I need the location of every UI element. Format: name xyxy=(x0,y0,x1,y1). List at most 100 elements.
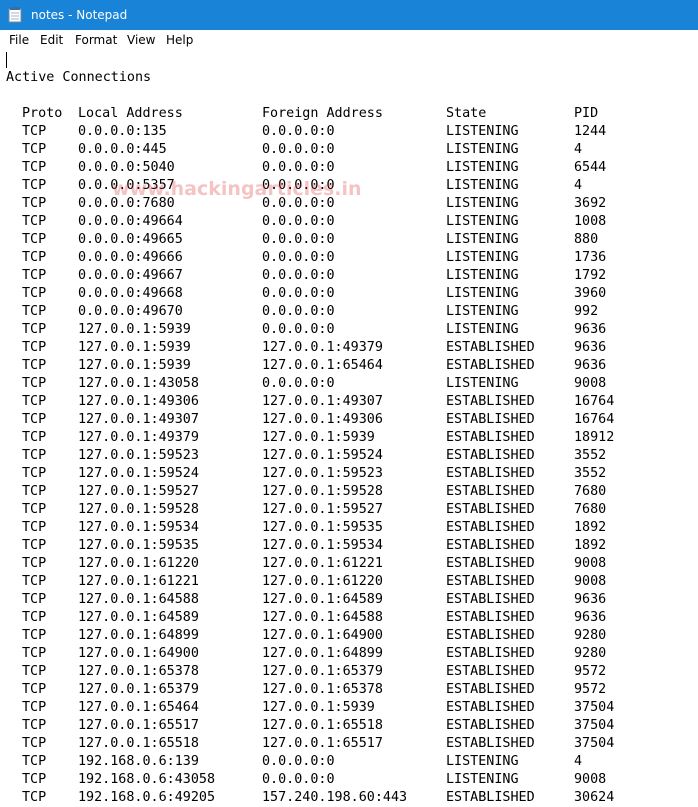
foreign-address-cell: 0.0.0.0:0 xyxy=(262,268,335,283)
notepad-icon xyxy=(8,7,22,23)
state-cell: LISTENING xyxy=(446,196,519,211)
foreign-address-cell: 127.0.0.1:65378 xyxy=(262,682,383,697)
pid-cell: 1736 xyxy=(574,250,607,265)
pid-cell: 3692 xyxy=(574,196,607,211)
state-cell: ESTABLISHED xyxy=(446,538,535,553)
foreign-address-cell: 0.0.0.0:0 xyxy=(262,322,335,337)
proto-cell: TCP xyxy=(22,718,47,733)
proto-cell: TCP xyxy=(22,790,47,805)
local-address-cell: 127.0.0.1:43058 xyxy=(78,376,199,391)
foreign-address-cell: 0.0.0.0:0 xyxy=(262,142,335,157)
proto-cell: TCP xyxy=(22,214,47,229)
proto-cell: TCP xyxy=(22,250,47,265)
local-address-cell: 0.0.0.0:49670 xyxy=(78,304,183,319)
foreign-address-cell: 127.0.0.1:59523 xyxy=(262,466,383,481)
foreign-address-cell: 157.240.198.60:443 xyxy=(262,790,408,805)
state-cell: ESTABLISHED xyxy=(446,448,535,463)
state-cell: LISTENING xyxy=(446,142,519,157)
pid-cell: 1792 xyxy=(574,268,607,283)
proto-cell: TCP xyxy=(22,628,47,643)
foreign-address-cell: 127.0.0.1:5939 xyxy=(262,430,375,445)
local-address-cell: 127.0.0.1:49306 xyxy=(78,394,199,409)
local-address-cell: 127.0.0.1:49379 xyxy=(78,430,199,445)
state-cell: ESTABLISHED xyxy=(446,358,535,373)
proto-cell: TCP xyxy=(22,394,47,409)
pid-cell: 1892 xyxy=(574,538,607,553)
proto-cell: TCP xyxy=(22,268,47,283)
state-cell: LISTENING xyxy=(446,286,519,301)
proto-cell: TCP xyxy=(22,160,47,175)
local-address-cell: 127.0.0.1:64900 xyxy=(78,646,199,661)
text-caret xyxy=(6,52,7,68)
local-address-cell: 127.0.0.1:64899 xyxy=(78,628,199,643)
pid-cell: 9008 xyxy=(574,574,607,589)
state-cell: ESTABLISHED xyxy=(446,412,535,427)
state-cell: LISTENING xyxy=(446,304,519,319)
foreign-address-cell: 0.0.0.0:0 xyxy=(262,754,335,769)
proto-cell: TCP xyxy=(22,340,47,355)
pid-cell: 9636 xyxy=(574,358,607,373)
pid-cell: 7680 xyxy=(574,502,607,517)
foreign-address-cell: 0.0.0.0:0 xyxy=(262,232,335,247)
state-cell: LISTENING xyxy=(446,754,519,769)
local-address-cell: 127.0.0.1:65464 xyxy=(78,700,199,715)
foreign-address-cell: 127.0.0.1:49307 xyxy=(262,394,383,409)
pid-cell: 880 xyxy=(574,232,599,247)
foreign-address-cell: 127.0.0.1:65518 xyxy=(262,718,383,733)
foreign-address-cell: 127.0.0.1:64588 xyxy=(262,610,383,625)
local-address-cell: 0.0.0.0:49665 xyxy=(78,232,183,247)
local-address-cell: 127.0.0.1:59535 xyxy=(78,538,199,553)
local-address-cell: 127.0.0.1:61220 xyxy=(78,556,199,571)
column-header-local-address: Local Address xyxy=(78,106,183,121)
local-address-cell: 127.0.0.1:65378 xyxy=(78,664,199,679)
local-address-cell: 0.0.0.0:5040 xyxy=(78,160,175,175)
local-address-cell: 0.0.0.0:135 xyxy=(78,124,167,139)
proto-cell: TCP xyxy=(22,178,47,193)
proto-cell: TCP xyxy=(22,754,47,769)
state-cell: ESTABLISHED xyxy=(446,736,535,751)
menu-view[interactable]: View xyxy=(127,33,155,48)
pid-cell: 9636 xyxy=(574,592,607,607)
pid-cell: 37504 xyxy=(574,736,615,751)
state-cell: LISTENING xyxy=(446,268,519,283)
proto-cell: TCP xyxy=(22,664,47,679)
pid-cell: 3552 xyxy=(574,448,607,463)
proto-cell: TCP xyxy=(22,646,47,661)
window-title: notes - Notepad xyxy=(31,8,128,22)
foreign-address-cell: 0.0.0.0:0 xyxy=(262,178,335,193)
proto-cell: TCP xyxy=(22,556,47,571)
local-address-cell: 0.0.0.0:445 xyxy=(78,142,167,157)
pid-cell: 9636 xyxy=(574,610,607,625)
foreign-address-cell: 127.0.0.1:59528 xyxy=(262,484,383,499)
pid-cell: 9636 xyxy=(574,322,607,337)
local-address-cell: 127.0.0.1:59524 xyxy=(78,466,199,481)
proto-cell: TCP xyxy=(22,700,47,715)
pid-cell: 1008 xyxy=(574,214,607,229)
pid-cell: 18912 xyxy=(574,430,615,445)
menu-help[interactable]: Help xyxy=(166,33,193,48)
state-cell: ESTABLISHED xyxy=(446,556,535,571)
proto-cell: TCP xyxy=(22,124,47,139)
menu-edit[interactable]: Edit xyxy=(40,33,63,48)
foreign-address-cell: 0.0.0.0:0 xyxy=(262,196,335,211)
state-cell: ESTABLISHED xyxy=(446,574,535,589)
state-cell: ESTABLISHED xyxy=(446,484,535,499)
foreign-address-cell: 0.0.0.0:0 xyxy=(262,214,335,229)
state-cell: LISTENING xyxy=(446,322,519,337)
state-cell: ESTABLISHED xyxy=(446,520,535,535)
title-bar[interactable]: notes - Notepad xyxy=(0,0,698,30)
menu-format[interactable]: Format xyxy=(75,33,117,48)
local-address-cell: 0.0.0.0:49668 xyxy=(78,286,183,301)
pid-cell: 37504 xyxy=(574,718,615,733)
proto-cell: TCP xyxy=(22,736,47,751)
local-address-cell: 192.168.0.6:43058 xyxy=(78,772,216,787)
pid-cell: 7680 xyxy=(574,484,607,499)
foreign-address-cell: 127.0.0.1:49306 xyxy=(262,412,383,427)
state-cell: LISTENING xyxy=(446,160,519,175)
pid-cell: 3552 xyxy=(574,466,607,481)
pid-cell: 4 xyxy=(574,178,583,193)
pid-cell: 37504 xyxy=(574,700,615,715)
pid-cell: 1244 xyxy=(574,124,607,139)
menu-file[interactable]: File xyxy=(9,33,29,48)
foreign-address-cell: 0.0.0.0:0 xyxy=(262,286,335,301)
